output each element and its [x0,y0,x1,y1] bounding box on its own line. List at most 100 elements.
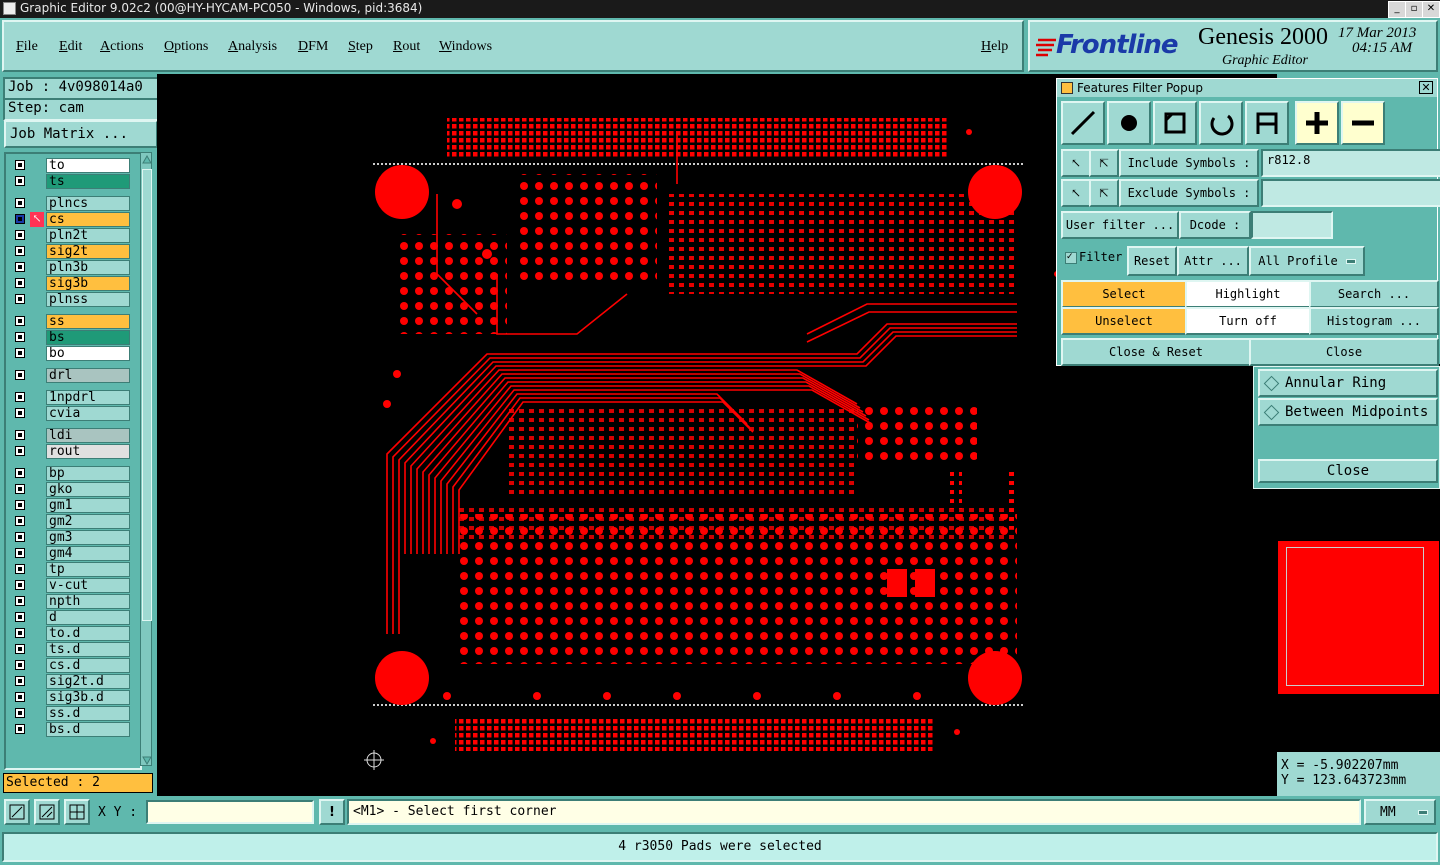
histogram-button[interactable]: Histogram ... [1309,307,1439,335]
layer-checkbox-icon[interactable] [15,262,25,272]
include-symbols-button[interactable]: Include Symbols : [1119,149,1259,177]
layer-checkbox-icon[interactable] [15,348,25,358]
layer-checkbox-icon[interactable] [15,446,25,456]
menu-dfm[interactable]: DFM [298,39,328,55]
units-select[interactable]: MM [1364,799,1436,825]
layer-checkbox-icon[interactable] [15,430,25,440]
dcode-field[interactable] [1251,211,1333,239]
layer-row-bo[interactable]: bo [12,346,130,361]
menu-help[interactable]: Help [981,39,1008,55]
menu-rout[interactable]: Rout [393,39,420,55]
menu-file[interactable]: File [16,39,38,55]
layer-checkbox-icon[interactable] [15,676,25,686]
layer-row-tp[interactable]: tp [12,562,130,577]
layer-checkbox-icon[interactable] [15,176,25,186]
layer-checkbox-icon[interactable] [15,160,25,170]
layer-row-gm4[interactable]: gm4 [12,546,130,561]
layer-row-bp[interactable]: bp [12,466,130,481]
layer-checkbox-icon[interactable] [15,548,25,558]
layer-checkbox-icon[interactable] [15,198,25,208]
layer-row-pln2t[interactable]: pln2t [12,228,130,243]
layer-row-cs[interactable]: ↖ cs [12,212,130,227]
menu-edit[interactable]: Edit [59,39,82,55]
layer-row-sig3b[interactable]: sig3b [12,276,130,291]
menu-windows[interactable]: Windows [439,39,492,55]
filter-checkbox-icon[interactable]: ✓ [1065,252,1077,264]
exclude-symbols-button[interactable]: Exclude Symbols : [1119,179,1259,207]
menu-options[interactable]: Options [164,39,208,55]
scroll-down-icon[interactable] [142,755,152,766]
layer-row-v-cut[interactable]: v-cut [12,578,130,593]
layer-row-ldi[interactable]: ldi [12,428,130,443]
layer-checkbox-icon[interactable] [15,468,25,478]
popup-close-icon[interactable]: ✕ [1419,81,1433,94]
select-button[interactable]: Select [1061,280,1187,308]
arc-symbol-icon[interactable] [1199,101,1243,145]
layer-checkbox-icon[interactable] [15,332,25,342]
layer-row-ss[interactable]: ss [12,314,130,329]
unselect-button[interactable]: Unselect [1061,307,1187,335]
grid-icon[interactable] [64,799,90,825]
layer-checkbox-icon[interactable] [15,408,25,418]
positive-polarity-icon[interactable] [1295,101,1339,145]
measure-icon[interactable] [34,799,60,825]
layer-row-sig2t.d[interactable]: sig2t.d [12,674,130,689]
reset-button[interactable]: Reset [1127,246,1177,276]
layer-row-bs.d[interactable]: bs.d [12,722,130,737]
search-button[interactable]: Search ... [1309,280,1439,308]
alert-icon[interactable]: ! [319,799,345,825]
layer-row-ts.d[interactable]: ts.d [12,642,130,657]
job-matrix-button[interactable]: Job Matrix ... [4,120,158,148]
layer-row-pln3b[interactable]: pln3b [12,260,130,275]
close-icon[interactable]: ✕ [1422,1,1440,18]
layer-checkbox-icon[interactable] [15,214,25,224]
layer-checkbox-icon[interactable] [15,230,25,240]
layer-row-plnss[interactable]: plnss [12,292,130,307]
layer-row-sig2t[interactable]: sig2t [12,244,130,259]
layer-row-gko[interactable]: gko [12,482,130,497]
layer-list-scrollbar[interactable] [140,152,152,766]
layer-checkbox-icon[interactable] [15,294,25,304]
layer-checkbox-icon[interactable] [15,532,25,542]
xy-input[interactable] [146,800,314,824]
scroll-up-icon[interactable] [142,154,152,164]
layer-row-cvia[interactable]: cvia [12,406,130,421]
layer-row-drl[interactable]: drl [12,368,130,383]
layer-checkbox-icon[interactable] [15,392,25,402]
layer-checkbox-icon[interactable] [15,278,25,288]
surface-symbol-icon[interactable] [1153,101,1197,145]
layer-checkbox-icon[interactable] [15,564,25,574]
layer-checkbox-icon[interactable] [15,500,25,510]
layer-row-ts[interactable]: ts [12,174,130,189]
attr-button[interactable]: Attr ... [1177,246,1249,276]
layer-row-rout[interactable]: rout [12,444,130,459]
menu-analysis[interactable]: Analysis [228,39,277,55]
layer-checkbox-icon[interactable] [15,644,25,654]
scroll-thumb[interactable] [142,169,152,621]
minimize-icon[interactable]: _ [1388,1,1406,18]
layer-checkbox-icon[interactable] [15,692,25,702]
snap-between-midpoints[interactable]: Between Midpoints [1258,398,1438,426]
restore-icon[interactable]: ▫ [1405,1,1423,18]
snap-annular-ring[interactable]: Annular Ring [1258,369,1438,397]
menu-step[interactable]: Step [348,39,373,55]
popup-close-button[interactable]: Close [1249,338,1439,366]
view-window-frame[interactable] [1286,547,1424,686]
include-arrow-icon[interactable]: ↖ [1061,149,1091,177]
filter-toggle[interactable]: ✓ Filter [1061,247,1125,271]
snap-close-button[interactable]: Close [1258,459,1438,483]
layer-row-plncs[interactable]: plncs [12,196,130,211]
layer-checkbox-icon[interactable] [15,484,25,494]
layer-checkbox-icon[interactable] [15,246,25,256]
layer-row-gm1[interactable]: gm1 [12,498,130,513]
negative-polarity-icon[interactable] [1341,101,1385,145]
layer-row-gm3[interactable]: gm3 [12,530,130,545]
layer-row-cs.d[interactable]: cs.d [12,658,130,673]
text-symbol-icon[interactable] [1245,101,1289,145]
close-reset-button[interactable]: Close & Reset [1061,338,1251,366]
menu-actions[interactable]: Actions [100,39,144,55]
layer-row-d[interactable]: d [12,610,130,625]
layer-row-to.d[interactable]: to.d [12,626,130,641]
line-symbol-icon[interactable] [1061,101,1105,145]
layer-checkbox-icon[interactable] [15,580,25,590]
